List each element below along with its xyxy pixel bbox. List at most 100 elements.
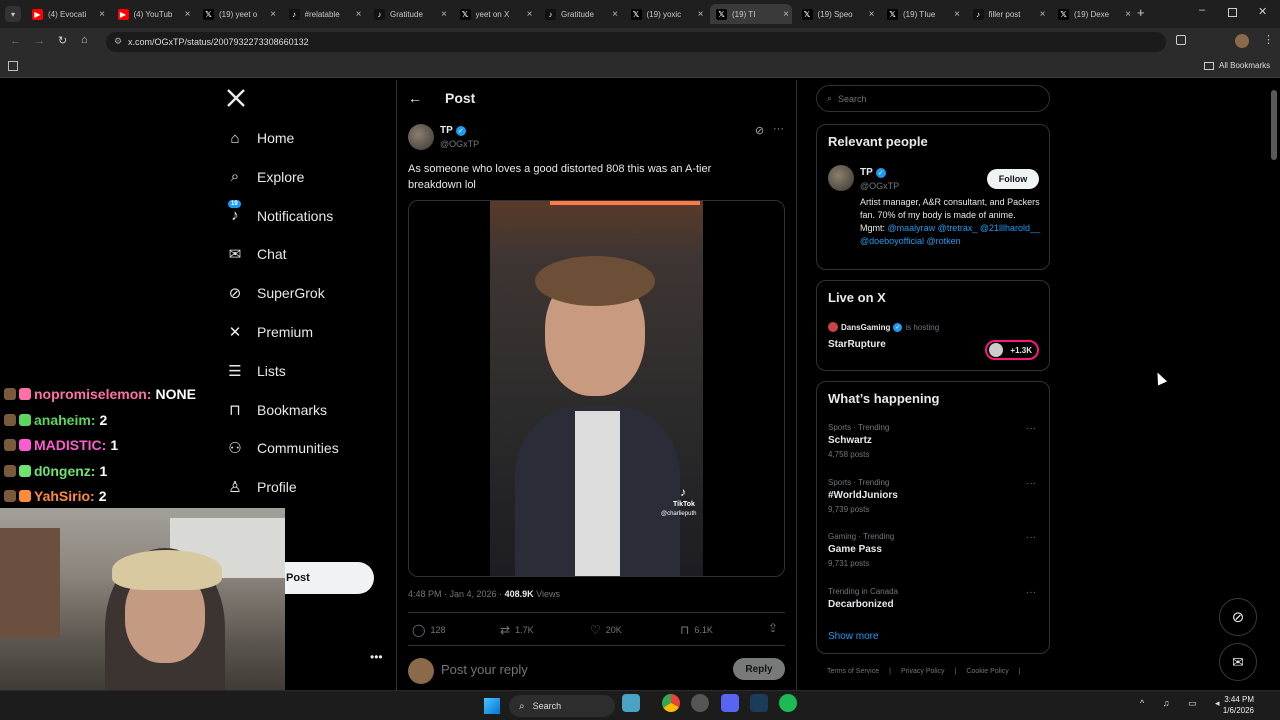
browser-tab[interactable]: ▶ (4) YouTub × (112, 4, 194, 24)
reply-input[interactable]: Post your reply (441, 662, 721, 680)
all-bookmarks[interactable]: All Bookmarks (1204, 61, 1270, 70)
extensions-icon[interactable] (1176, 35, 1186, 45)
scrollbar-thumb[interactable] (1271, 90, 1277, 160)
browser-tab[interactable]: ♪ filler post × (967, 4, 1049, 24)
grok-float-button[interactable]: ⊘ (1219, 598, 1257, 636)
nav-item-communities[interactable]: ⚇ Communities (226, 433, 338, 463)
search-input[interactable]: ⌕ Search (816, 85, 1050, 112)
person-name[interactable]: TP ✓ (860, 167, 886, 178)
app-icon[interactable] (691, 694, 709, 712)
discord-icon[interactable] (721, 694, 739, 712)
close-tab-icon[interactable]: × (99, 9, 108, 20)
site-info-icon[interactable]: ⚙ (114, 36, 122, 47)
follow-button[interactable]: Follow (987, 169, 1039, 189)
reply-button[interactable]: Reply (733, 658, 785, 680)
new-tab-icon[interactable]: + (1137, 5, 1145, 20)
messages-float-button[interactable]: ✉ (1219, 643, 1257, 681)
browser-tab[interactable]: 𝕏 (19) yoxic × (625, 4, 707, 24)
trend-item[interactable]: Sports · Trending Schwartz 4,758 posts ··· (828, 423, 1040, 459)
show-more-link[interactable]: Show more (828, 631, 879, 642)
close-tab-icon[interactable]: × (527, 9, 536, 20)
close-tab-icon[interactable]: × (869, 9, 878, 20)
live-stream-name[interactable]: StarRupture (828, 339, 886, 350)
account-more-icon[interactable]: ••• (370, 650, 383, 664)
share-icon[interactable]: ⇪ (768, 621, 778, 635)
browser-tab[interactable]: 𝕏 (19) TI × (710, 4, 792, 24)
profile-avatar[interactable] (1235, 34, 1249, 48)
bio-links[interactable]: @maalyraw @tretrax_ @21lllharold__ @doeb… (860, 223, 1040, 246)
reload-icon[interactable]: ↻ (58, 34, 67, 47)
browser-tab[interactable]: 𝕏 (19) Speo × (796, 4, 878, 24)
like-action[interactable]: ♡ 20K (590, 623, 622, 637)
close-tab-icon[interactable]: × (783, 9, 792, 20)
start-button-icon[interactable] (484, 698, 500, 714)
trend-item[interactable]: Trending in Canada Decarbonized ··· (828, 587, 1040, 614)
menu-icon[interactable]: ⋮ (1263, 33, 1274, 46)
nav-item-home[interactable]: ⌂ Home (226, 123, 294, 153)
footer-link-terms[interactable]: Terms of Service (827, 668, 879, 675)
trend-more-icon[interactable]: ··· (1026, 423, 1036, 434)
more-options-icon[interactable]: ··· (773, 123, 784, 135)
author-avatar[interactable] (408, 124, 434, 150)
close-tab-icon[interactable]: × (1125, 9, 1134, 20)
home-browser-icon[interactable]: ⌂ (81, 34, 88, 46)
footer-link-cookie[interactable]: Cookie Policy (966, 668, 1008, 675)
chrome-icon[interactable] (662, 694, 680, 712)
tray-icons[interactable]: ^ ♫ ▭ ◂ (1140, 698, 1228, 709)
url-field[interactable]: ⚙ x.com/OGxTP/status/2007932273308660132 (106, 32, 1166, 52)
back-arrow-icon[interactable]: ← (408, 90, 422, 106)
author-name[interactable]: TP ✓ (440, 125, 466, 136)
spotify-icon[interactable] (779, 694, 797, 712)
minimize-icon[interactable]: – (1199, 4, 1205, 16)
live-listeners[interactable]: +1.3K (985, 340, 1039, 360)
reply-action[interactable]: ◯ 128 (412, 623, 445, 637)
taskbar-widget-icon[interactable] (622, 694, 640, 712)
author-handle[interactable]: @OGxTP (440, 139, 479, 149)
browser-tab[interactable]: ♪ Gratitude × (539, 4, 621, 24)
nav-item-explore[interactable]: ⌕ Explore (226, 162, 305, 192)
nav-item-profile[interactable]: ♙ Profile (226, 472, 296, 502)
trend-item[interactable]: Sports · Trending #WorldJuniors 9,739 post… (828, 478, 1040, 514)
live-host[interactable]: DansGaming ✓ is hosting (828, 322, 939, 332)
back-icon[interactable]: ← (10, 35, 21, 47)
close-tab-icon[interactable]: × (698, 9, 707, 20)
nav-item-chat[interactable]: ✉ Chat (226, 239, 287, 269)
tab-search-button[interactable]: ▾ (5, 6, 21, 22)
trend-more-icon[interactable]: ··· (1026, 532, 1036, 543)
browser-tab[interactable]: 𝕏 (19) yeet o × (197, 4, 279, 24)
close-tab-icon[interactable]: × (954, 9, 963, 20)
close-window-icon[interactable]: ✕ (1258, 5, 1267, 18)
browser-tab[interactable]: 𝕏yeet on X × (454, 4, 536, 24)
bookmark-action[interactable]: ⊓ 6.1K (680, 623, 713, 637)
close-tab-icon[interactable]: × (612, 9, 621, 20)
nav-item-notifications[interactable]: ♪ 19 Notifications (226, 199, 333, 231)
browser-tab[interactable]: ♪ #relatable × (283, 4, 365, 24)
browser-tab[interactable]: 𝕏 (19) Dexe × (1052, 4, 1134, 24)
browser-tab[interactable]: ♪ Gratitude × (368, 4, 450, 24)
nav-item-premium[interactable]: ✕ Premium (226, 317, 313, 347)
close-tab-icon[interactable]: × (441, 9, 450, 20)
close-tab-icon[interactable]: × (356, 9, 365, 20)
nav-item-lists[interactable]: ☰ Lists (226, 356, 286, 386)
grok-icon[interactable]: ⊘ (755, 124, 764, 137)
person-handle[interactable]: @OGxTP (860, 181, 899, 191)
trend-more-icon[interactable]: ··· (1026, 587, 1036, 598)
close-tab-icon[interactable]: × (1040, 9, 1049, 20)
trend-item[interactable]: Gaming · Trending Game Pass 9,731 posts ··· (828, 532, 1040, 568)
taskbar-search[interactable]: ⌕ Search (509, 695, 615, 717)
nav-item-bookmarks[interactable]: ⊓ Bookmarks (226, 395, 327, 425)
steam-icon[interactable] (750, 694, 768, 712)
page-scrollbar[interactable] (1271, 82, 1277, 692)
apps-grid-icon[interactable] (8, 61, 18, 71)
person-avatar[interactable] (828, 165, 854, 191)
forward-icon[interactable]: → (34, 35, 45, 47)
footer-link-privacy[interactable]: Privacy Policy (901, 668, 945, 675)
maximize-icon[interactable] (1228, 8, 1237, 17)
post-video[interactable]: ♪ TikTok @charlieputh (408, 200, 785, 577)
x-logo-icon[interactable] (226, 88, 246, 110)
nav-item-supergrok[interactable]: ⊘ SuperGrok (226, 278, 325, 308)
close-tab-icon[interactable]: × (185, 9, 194, 20)
repost-action[interactable]: ⇄ 1.7K (500, 623, 534, 637)
close-tab-icon[interactable]: × (270, 9, 279, 20)
trend-more-icon[interactable]: ··· (1026, 478, 1036, 489)
